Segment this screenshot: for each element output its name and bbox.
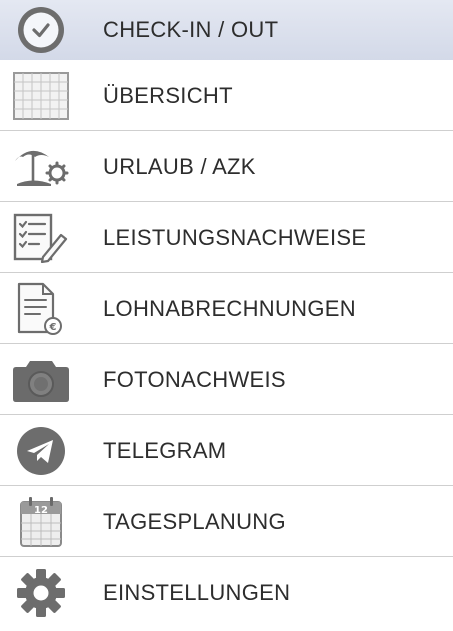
menu-item-label: FOTONACHWEIS: [103, 366, 286, 392]
telegram-icon: [10, 425, 72, 477]
side-menu: CHECK-IN / OUT ÜBERSICHT URLAUB / AZK LE…: [0, 0, 453, 631]
menu-item-label: ÜBERSICHT: [103, 82, 233, 108]
menu-item-label: TELEGRAM: [103, 437, 227, 463]
menu-item-label: URLAUB / AZK: [103, 153, 256, 179]
beach-umbrella-gear-icon: [10, 141, 72, 193]
menu-item-tagesplanung[interactable]: 12 TAGESPLANUNG: [0, 486, 453, 557]
menu-item-label: TAGESPLANUNG: [103, 508, 286, 534]
menu-item-label: LEISTUNGSNACHWEISE: [103, 224, 367, 250]
menu-item-einstellungen[interactable]: EINSTELLUNGEN: [0, 557, 453, 628]
clock-icon: [10, 4, 72, 56]
menu-item-label: CHECK-IN / OUT: [103, 17, 279, 42]
menu-item-urlaub-azk[interactable]: URLAUB / AZK: [0, 131, 453, 202]
calendar-12-icon: 12: [10, 496, 72, 548]
document-euro-icon: €: [10, 282, 72, 335]
gear-icon: [10, 567, 72, 619]
menu-item-fotonachweis[interactable]: FOTONACHWEIS: [0, 344, 453, 415]
camera-icon: [10, 354, 72, 406]
calendar-grid-icon: [10, 70, 72, 122]
menu-item-telegram[interactable]: TELEGRAM: [0, 415, 453, 486]
menu-item-uebersicht[interactable]: ÜBERSICHT: [0, 60, 453, 131]
menu-item-lohnabrechnungen[interactable]: € LOHNABRECHNUNGEN: [0, 273, 453, 344]
menu-item-leistungsnachweise[interactable]: LEISTUNGSNACHWEISE: [0, 202, 453, 273]
menu-item-check-in-out[interactable]: CHECK-IN / OUT: [0, 0, 453, 60]
checklist-pencil-icon: [10, 212, 72, 264]
menu-item-label: EINSTELLUNGEN: [103, 579, 291, 605]
svg-text:€: €: [49, 322, 57, 333]
menu-item-label: LOHNABRECHNUNGEN: [103, 295, 356, 321]
